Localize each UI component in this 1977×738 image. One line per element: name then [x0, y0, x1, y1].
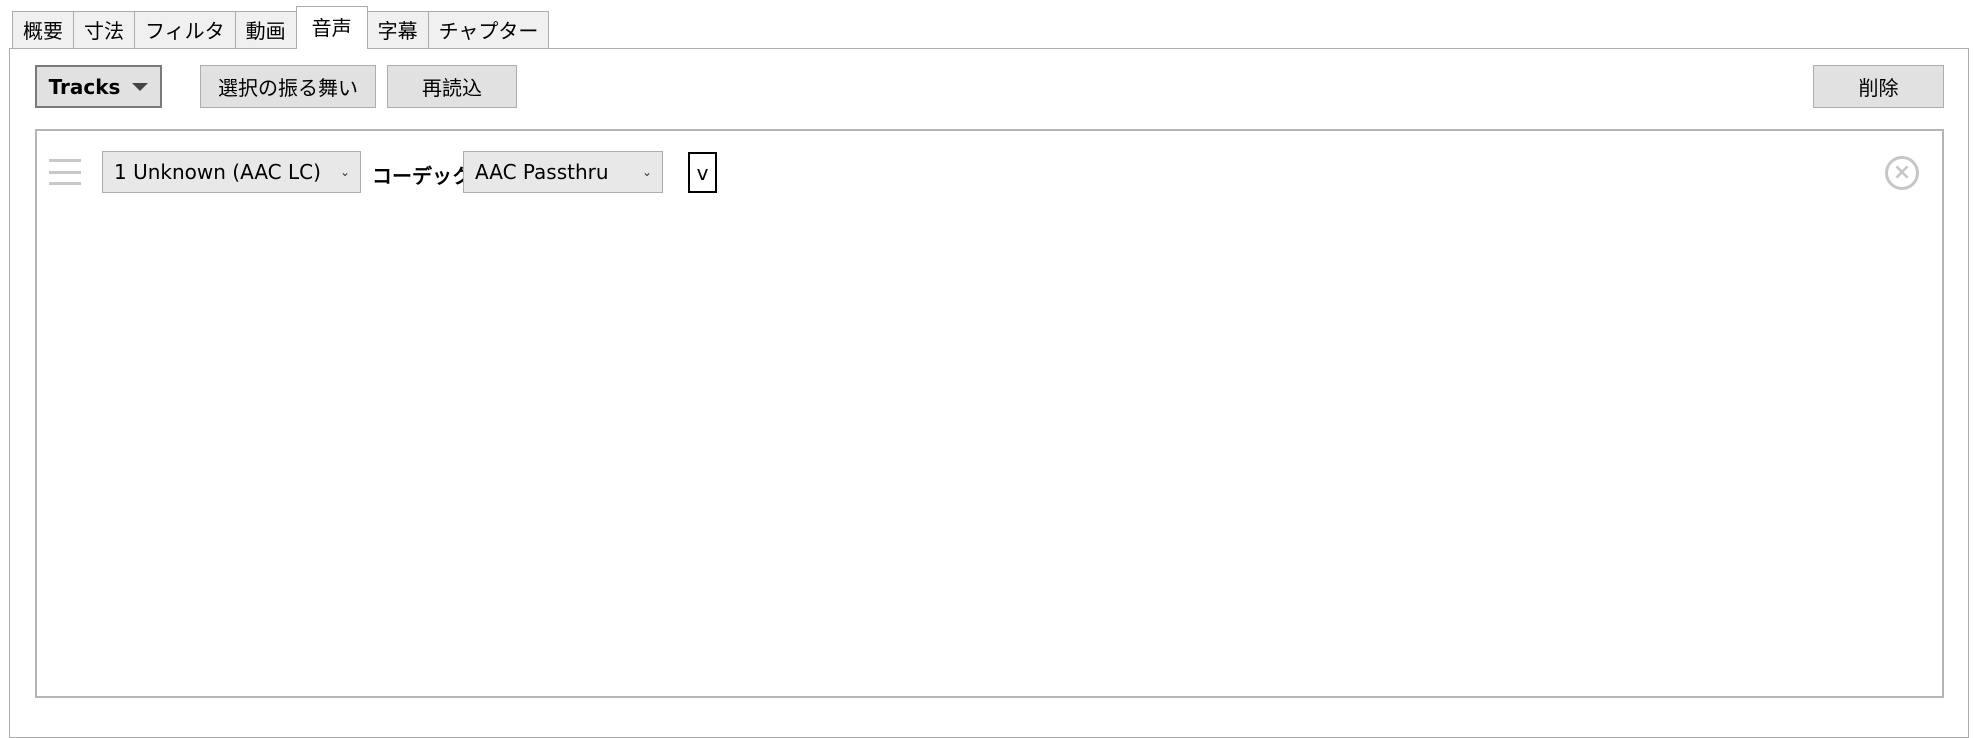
- caret-down-icon: [132, 82, 149, 91]
- audio-track-list[interactable]: 1 Unknown (AAC LC) ⌄ コーデック AAC Passthru …: [35, 129, 1944, 698]
- source-track-select[interactable]: 1 Unknown (AAC LC) ⌄: [102, 151, 361, 193]
- source-track-value: 1 Unknown (AAC LC): [114, 160, 321, 184]
- tracks-dropdown-button[interactable]: Tracks: [35, 65, 162, 108]
- drag-handle-icon[interactable]: [49, 159, 81, 185]
- track-options-toggle[interactable]: v: [688, 152, 717, 193]
- tab-subtitles[interactable]: 字幕: [366, 11, 429, 49]
- close-circle-icon[interactable]: ×: [1885, 156, 1919, 190]
- tab-chapters[interactable]: チャプター: [427, 11, 550, 49]
- tab-video[interactable]: 動画: [234, 11, 297, 49]
- audio-track-row: 1 Unknown (AAC LC) ⌄ コーデック AAC Passthru …: [47, 151, 1927, 193]
- tab-filters[interactable]: フィルタ: [134, 11, 236, 49]
- chevron-down-icon: ⌄: [641, 165, 652, 179]
- tracks-button-label: Tracks: [48, 74, 121, 99]
- audio-tab-panel: Tracks 選択の振る舞い 再読込 削除 1 Unknown (AAC LC)…: [9, 48, 1969, 738]
- reload-button[interactable]: 再読込: [387, 65, 517, 108]
- tab-dimensions[interactable]: 寸法: [73, 11, 135, 49]
- tab-overview[interactable]: 概要: [12, 11, 74, 49]
- selection-behavior-button[interactable]: 選択の振る舞い: [200, 65, 376, 108]
- chevron-down-icon: ⌄: [339, 165, 350, 179]
- codec-label: コーデック: [372, 164, 472, 188]
- tab-audio[interactable]: 音声: [295, 6, 368, 49]
- tab-strip: 概要 寸法 フィルタ 動画 音声 字幕 チャプター: [12, 6, 550, 49]
- codec-value: AAC Passthru: [475, 160, 609, 184]
- remove-all-button[interactable]: 削除: [1813, 65, 1944, 108]
- codec-select[interactable]: AAC Passthru ⌄: [463, 151, 663, 193]
